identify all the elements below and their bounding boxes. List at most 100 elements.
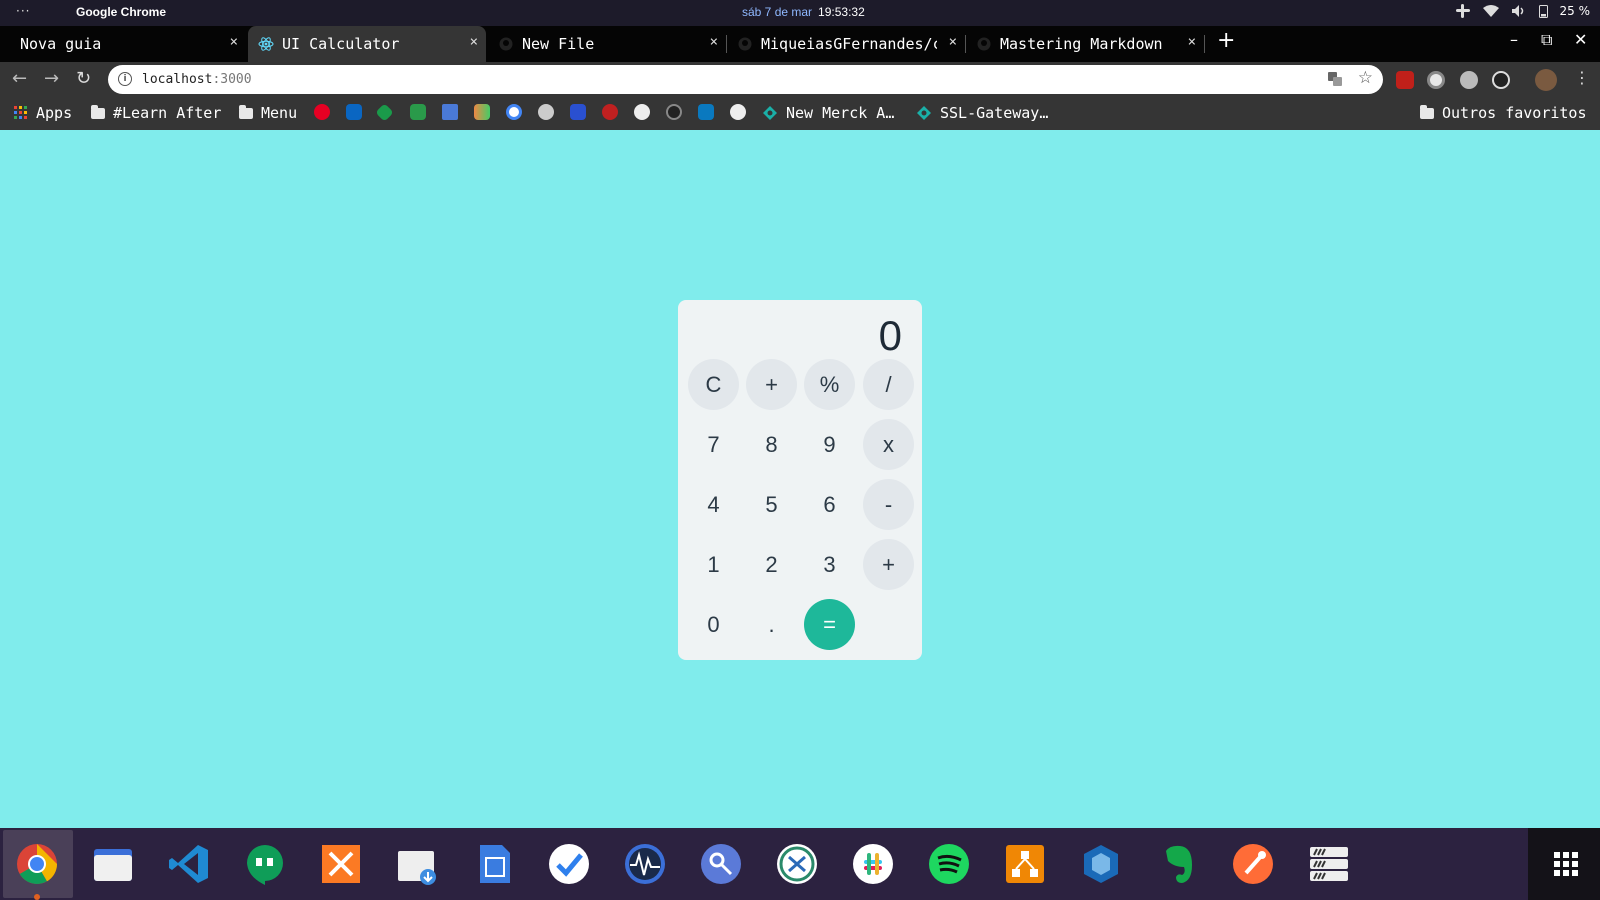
sign-button[interactable]: +	[746, 359, 797, 410]
digit-3-button[interactable]: 3	[804, 539, 855, 590]
github-icon[interactable]	[666, 104, 682, 120]
chat-extension-icon[interactable]	[1460, 71, 1478, 89]
tab-new-file[interactable]: New File ×	[488, 26, 727, 62]
digit-9-button[interactable]: 9	[804, 419, 855, 470]
clock[interactable]: sáb 7 de mar 19:53:32	[742, 5, 865, 19]
todo-icon[interactable]	[548, 843, 590, 885]
close-window-button[interactable]: ✕	[1574, 30, 1587, 49]
tab-title: MiqueiasGFernandes/c	[761, 35, 937, 53]
close-icon[interactable]: ×	[230, 34, 238, 50]
close-icon[interactable]: ×	[710, 34, 718, 50]
wifi-icon[interactable]	[1482, 4, 1499, 18]
pinterest-icon[interactable]	[314, 104, 330, 120]
bookmark-star-icon[interactable]: ☆	[1358, 68, 1373, 88]
extension-icon[interactable]	[1492, 71, 1510, 89]
bookmark-label: #Learn After	[113, 104, 222, 122]
hangouts-icon[interactable]	[244, 843, 286, 885]
close-icon[interactable]: ×	[949, 34, 957, 50]
bookmark-sheets-icon[interactable]	[410, 104, 426, 120]
bookmark-gem-icon[interactable]	[538, 104, 554, 120]
tab-ui-calculator[interactable]: UI Calculator ×	[248, 26, 486, 62]
multiply-button[interactable]: x	[863, 419, 914, 470]
profile-avatar[interactable]	[1535, 69, 1557, 91]
minimize-button[interactable]: –	[1510, 30, 1518, 49]
system-tray[interactable]: 25 %	[1455, 3, 1590, 19]
decimal-button[interactable]: .	[746, 599, 797, 650]
close-icon[interactable]: ×	[1188, 34, 1196, 50]
bookmark-label: Outros favoritos	[1442, 104, 1587, 122]
digit-4-button[interactable]: 4	[688, 479, 739, 530]
bookmark-folder-other[interactable]: Outros favoritos	[1420, 104, 1587, 122]
bookmark-chart-icon[interactable]	[474, 104, 490, 120]
tab-miqueiasgfernandes[interactable]: MiqueiasGFernandes/c ×	[727, 26, 966, 62]
digit-7-button[interactable]: 7	[688, 419, 739, 470]
digit-6-button[interactable]: 6	[804, 479, 855, 530]
address-bar[interactable]: i localhost:3000 ☆	[108, 65, 1383, 94]
evernote-icon[interactable]	[1156, 843, 1198, 885]
tab-mastering-markdown[interactable]: Mastering Markdown ×	[966, 26, 1205, 62]
chrome-menu-button[interactable]: ⋮	[1574, 68, 1590, 87]
servers-icon[interactable]	[1308, 843, 1350, 885]
calculator: 0 C + % / 7 8 9 x 4 5 6 - 1 2 3 + 0 . =	[678, 300, 922, 660]
plus-button[interactable]: +	[863, 539, 914, 590]
linkedin-icon[interactable]	[346, 104, 362, 120]
restore-button[interactable]: ⧉	[1541, 30, 1552, 50]
app-menu-label[interactable]: Google Chrome	[76, 5, 166, 19]
bookmark-folder-learn-after[interactable]: #Learn After	[91, 104, 221, 122]
divide-button[interactable]: /	[863, 359, 914, 410]
percent-button[interactable]: %	[804, 359, 855, 410]
reload-button[interactable]: ↻	[76, 68, 91, 89]
battery-icon[interactable]	[1538, 4, 1548, 18]
close-icon[interactable]: ×	[470, 34, 478, 50]
google-icon[interactable]	[506, 104, 522, 120]
bookmark-apps[interactable]: Apps	[14, 104, 72, 122]
back-button[interactable]: ←	[12, 68, 27, 89]
remmina-icon[interactable]	[776, 843, 818, 885]
spotify-icon[interactable]	[928, 843, 970, 885]
libreoffice-writer-icon[interactable]	[474, 843, 516, 885]
xampp-icon[interactable]	[320, 843, 362, 885]
digit-1-button[interactable]: 1	[688, 539, 739, 590]
bookmark-jira-icon[interactable]	[570, 104, 586, 120]
virtualbox-icon[interactable]	[1080, 843, 1122, 885]
vscode-icon[interactable]	[168, 843, 210, 885]
apps-grid-icon	[14, 106, 27, 119]
bookmark-blue-icon[interactable]	[442, 104, 458, 120]
drawio-icon[interactable]	[1004, 843, 1046, 885]
trello-icon[interactable]	[698, 104, 714, 120]
globe-icon[interactable]	[730, 104, 746, 120]
github-icon	[498, 36, 514, 52]
translate-icon[interactable]	[1327, 71, 1343, 91]
digit-2-button[interactable]: 2	[746, 539, 797, 590]
postman-icon[interactable]	[1232, 843, 1274, 885]
site-info-icon[interactable]: i	[118, 72, 132, 86]
clear-button[interactable]: C	[688, 359, 739, 410]
minus-button[interactable]: -	[863, 479, 914, 530]
checker-extension-icon[interactable]	[1427, 71, 1445, 89]
chrome-icon[interactable]	[16, 843, 58, 885]
tab-nova-guia[interactable]: Nova guia ×	[0, 26, 246, 62]
bookmark-ssl-gateway[interactable]: SSL-Gateway…	[916, 104, 1048, 122]
slack-icon[interactable]	[852, 843, 894, 885]
slack-tray-icon[interactable]	[1455, 3, 1471, 19]
adblock-extension-icon[interactable]	[1396, 71, 1414, 89]
software-install-icon[interactable]	[396, 843, 438, 885]
digit-5-button[interactable]: 5	[746, 479, 797, 530]
system-monitor-icon[interactable]	[624, 843, 666, 885]
url-text[interactable]: localhost:3000	[142, 72, 252, 87]
show-applications-button[interactable]	[1528, 828, 1600, 900]
passwords-icon[interactable]	[700, 843, 742, 885]
tab-title: UI Calculator	[282, 35, 400, 53]
globe-icon[interactable]	[634, 104, 650, 120]
new-tab-button[interactable]: +	[1217, 28, 1235, 53]
bookmark-new-merck[interactable]: New Merck A…	[762, 104, 894, 122]
digit-0-button[interactable]: 0	[688, 599, 739, 650]
equals-button[interactable]: =	[804, 599, 855, 650]
activities-button[interactable]: ···	[16, 4, 30, 18]
digit-8-button[interactable]: 8	[746, 419, 797, 470]
bookmark-folder-menu[interactable]: Menu	[239, 104, 297, 122]
bookmark-laravel-icon[interactable]	[602, 104, 618, 120]
forward-button[interactable]: →	[44, 68, 59, 89]
volume-icon[interactable]	[1511, 4, 1527, 18]
files-icon[interactable]	[92, 843, 134, 885]
